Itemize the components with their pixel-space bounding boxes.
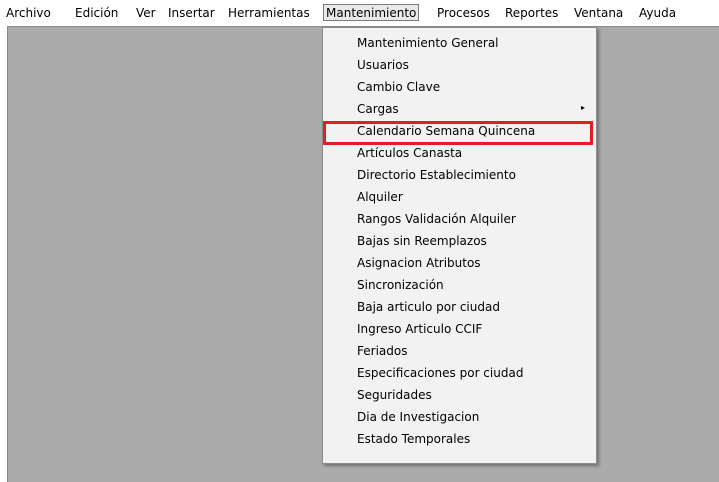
menu-reportes[interactable]: Reportes (505, 5, 558, 21)
menu-ventana[interactable]: Ventana (574, 5, 623, 21)
menu-mantenimiento[interactable]: Mantenimiento (323, 4, 420, 21)
menu-procesos[interactable]: Procesos (437, 5, 490, 21)
menu-item-asignacion-atributos[interactable]: Asignacion Atributos (357, 254, 481, 272)
menu-ayuda[interactable]: Ayuda (639, 5, 676, 21)
menu-item-directorio-establecimiento[interactable]: Directorio Establecimiento (357, 166, 516, 184)
menu-item-feriados[interactable]: Feriados (357, 342, 407, 360)
menu-item-ingreso-articulo-ccif[interactable]: Ingreso Articulo CCIF (357, 320, 482, 338)
menu-item-alquiler[interactable]: Alquiler (357, 188, 403, 206)
menu-item-cambio-clave[interactable]: Cambio Clave (357, 78, 440, 96)
mantenimiento-dropdown-menu: Mantenimiento General Usuarios Cambio Cl… (322, 27, 597, 464)
menu-ver[interactable]: Ver (136, 5, 156, 21)
menu-item-cargas[interactable]: Cargas ▸ (357, 100, 597, 118)
menu-insertar[interactable]: Insertar (168, 5, 215, 21)
menu-edicion[interactable]: Edición (75, 5, 118, 21)
menu-item-especificaciones-por-ciudad[interactable]: Especificaciones por ciudad (357, 364, 523, 382)
menu-item-seguridades[interactable]: Seguridades (357, 386, 432, 404)
menu-item-dia-de-investigacion[interactable]: Dia de Investigacion (357, 408, 479, 426)
menu-bar: Archivo Edición Ver Insertar Herramienta… (0, 0, 719, 26)
menu-item-usuarios[interactable]: Usuarios (357, 56, 409, 74)
menu-archivo[interactable]: Archivo (6, 5, 51, 21)
menu-item-bajas-sin-reemplazos[interactable]: Bajas sin Reemplazos (357, 232, 487, 250)
highlight-annotation-box (323, 121, 593, 145)
menu-item-estado-temporales[interactable]: Estado Temporales (357, 430, 470, 448)
menu-item-mantenimiento-general[interactable]: Mantenimiento General (357, 34, 499, 52)
menu-item-sincronizacion[interactable]: Sincronización (357, 276, 444, 294)
submenu-arrow-icon: ▸ (581, 103, 586, 112)
menu-item-cargas-label: Cargas (357, 102, 399, 116)
menu-herramientas[interactable]: Herramientas (228, 5, 310, 21)
menu-item-baja-articulo-por-ciudad[interactable]: Baja articulo por ciudad (357, 298, 500, 316)
menu-item-articulos-canasta[interactable]: Artículos Canasta (357, 144, 462, 162)
menu-item-rangos-validacion-alquiler[interactable]: Rangos Validación Alquiler (357, 210, 516, 228)
